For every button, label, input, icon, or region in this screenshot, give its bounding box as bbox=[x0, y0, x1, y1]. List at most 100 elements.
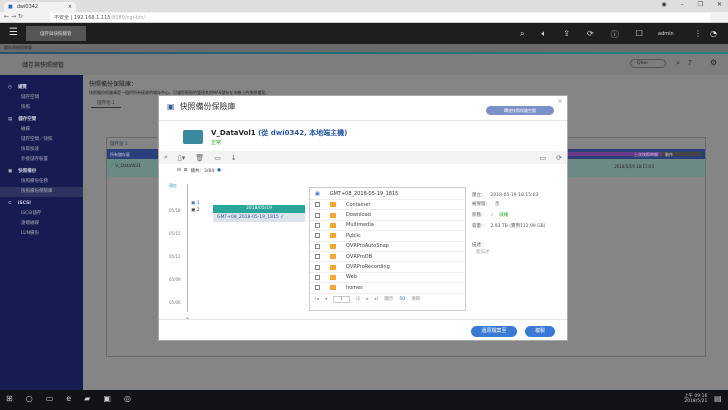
sidebar-item[interactable]: 快照備份任務 bbox=[0, 177, 83, 187]
task-view-icon[interactable]: ▭ bbox=[46, 394, 54, 403]
file-row[interactable]: QVRProDB bbox=[310, 252, 465, 263]
explorer-icon[interactable]: ▰ bbox=[84, 394, 90, 403]
checkbox[interactable] bbox=[315, 222, 320, 228]
prev-page-icon[interactable]: ◂ bbox=[325, 297, 327, 302]
upload-icon[interactable]: ⇪ bbox=[563, 29, 570, 40]
close-icon[interactable]: × bbox=[557, 97, 563, 105]
view-icon[interactable]: ▯▾ bbox=[178, 154, 185, 162]
sidebar-item[interactable]: 磁碟 bbox=[0, 125, 83, 135]
sidebar-item[interactable]: 儲存空間／快照 bbox=[0, 135, 83, 145]
first-page-icon[interactable]: |◂ bbox=[315, 297, 319, 302]
download-icon[interactable]: ↓ bbox=[231, 154, 237, 162]
chrome-icon[interactable]: ◎ bbox=[124, 394, 131, 403]
tab-pool-1[interactable]: 儲存池 1 bbox=[91, 99, 121, 108]
sidebar-group-iscsi[interactable]: ⊂ iSCSI bbox=[0, 197, 83, 209]
restore-to-button[interactable]: 還原檔案至 bbox=[471, 326, 517, 337]
profile-icon[interactable]: ◉ bbox=[661, 1, 666, 8]
user-menu[interactable]: admin bbox=[658, 31, 674, 37]
info-icon[interactable]: ⓘ bbox=[611, 29, 619, 40]
delete-icon[interactable]: 🗑︎ bbox=[195, 154, 204, 162]
last-page-icon[interactable]: ▸| bbox=[375, 297, 379, 302]
clock[interactable]: 上午 09:16 2018/5/21 bbox=[684, 393, 707, 404]
window-icon[interactable]: ▭ bbox=[540, 154, 547, 162]
file-row[interactable]: QVRProAutoSnap bbox=[310, 242, 465, 252]
qtier-button[interactable]: Qtier bbox=[630, 59, 666, 68]
checkbox[interactable] bbox=[315, 243, 320, 249]
expand-icon[interactable]: ⊞ bbox=[184, 168, 188, 174]
reload-icon[interactable]: ↻ bbox=[18, 13, 23, 20]
checkbox[interactable] bbox=[315, 274, 320, 280]
folder-icon[interactable]: ▭ bbox=[214, 154, 221, 162]
dashboard-icon[interactable]: ◔ bbox=[710, 29, 717, 38]
speaker-icon[interactable]: 🔈︎ bbox=[541, 29, 546, 40]
close-tab-icon[interactable]: × bbox=[68, 4, 72, 10]
sidebar-item[interactable]: iSCSI儲存 bbox=[0, 209, 83, 219]
checkbox[interactable] bbox=[315, 212, 320, 218]
row-last-time: 2018/5/19 18:15:03 bbox=[614, 164, 654, 169]
file-row[interactable]: Download bbox=[310, 210, 465, 221]
app-title: 儲存與快照總管 bbox=[22, 62, 65, 69]
group-label: 總覽 bbox=[17, 85, 27, 90]
free-space-button[interactable]: 釋放快照保險空間 bbox=[486, 106, 554, 115]
search-icon[interactable]: ⌕ bbox=[164, 153, 168, 162]
page-input[interactable]: 1 bbox=[333, 295, 350, 303]
file-row[interactable]: Multimedia bbox=[310, 221, 465, 232]
more-icon[interactable]: ⋮ bbox=[694, 29, 702, 38]
windows-start-icon[interactable]: ⊞ bbox=[6, 394, 13, 403]
notifications-icon[interactable]: ▤ bbox=[714, 394, 722, 403]
app-titlebar: 儲存與快照總管 Qtier ⌕ ? ⚙ bbox=[0, 54, 728, 75]
sidebar-item[interactable]: 儲存空間 bbox=[0, 93, 83, 103]
menu-icon[interactable]: ☰ bbox=[9, 27, 18, 38]
sidebar-group-overview[interactable]: ◷ 總覽 bbox=[0, 81, 83, 93]
user-icon[interactable]: ☐ bbox=[636, 29, 643, 40]
checkbox[interactable] bbox=[315, 233, 320, 239]
sidebar-group-snapshot[interactable]: ▣ 快照備份 bbox=[0, 165, 83, 177]
collapse-icon[interactable]: ⊟ bbox=[177, 168, 181, 174]
close-icon[interactable]: ✕ bbox=[717, 1, 722, 8]
app-tab[interactable]: 儲存與快照總管 bbox=[26, 26, 86, 41]
sidebar-item[interactable]: LUN備份 bbox=[0, 229, 83, 239]
url-field[interactable]: 不安全 | 192.168.1.115:8080/cgi-bin/ bbox=[50, 13, 710, 22]
snapshot-vault-dialog: ▣ 快照備份保險庫 × 釋放快照保險空間 V_DataVol1 (從 dwi034… bbox=[158, 95, 568, 341]
restore-icon[interactable]: ❐ bbox=[698, 1, 703, 8]
clone-button[interactable]: 複製 bbox=[525, 326, 555, 337]
minimize-icon[interactable]: – bbox=[681, 1, 684, 8]
snapshot-mark-2[interactable]: ▣ 2 bbox=[191, 208, 200, 213]
per-page-select[interactable]: 50 bbox=[399, 297, 405, 302]
file-row[interactable]: Container bbox=[310, 200, 465, 211]
back-icon[interactable]: ← bbox=[4, 13, 9, 20]
file-row[interactable]: homes bbox=[310, 283, 465, 294]
sidebar-item[interactable]: 遠端磁碟 bbox=[0, 219, 83, 229]
snapshot-mark-1[interactable]: ▣ 1 bbox=[191, 201, 200, 206]
nav-icons: ← → ↻ bbox=[4, 13, 23, 20]
sync-icon[interactable]: ⟳ bbox=[587, 29, 594, 40]
edge-icon[interactable]: e bbox=[66, 394, 71, 403]
file-row[interactable]: Public bbox=[310, 231, 465, 242]
refresh-icon[interactable]: ⟳ bbox=[556, 154, 562, 162]
sidebar-group-storage[interactable]: ▤ 儲存空間 bbox=[0, 113, 83, 125]
checkbox[interactable] bbox=[315, 202, 320, 208]
sidebar-item[interactable]: 外接儲存裝置 bbox=[0, 155, 83, 165]
col-last-snapshot: 上次快照時間 bbox=[562, 152, 662, 157]
sidebar-item-snapshot-vault[interactable]: 快照備份保險庫 bbox=[0, 187, 83, 197]
forward-icon[interactable]: → bbox=[11, 13, 16, 20]
info-icon[interactable]: ● bbox=[217, 168, 221, 174]
store-icon[interactable]: ▣ bbox=[103, 394, 111, 403]
search-icon[interactable]: ⌕ bbox=[676, 59, 680, 68]
settings-icon[interactable]: ⚙ bbox=[710, 58, 717, 67]
search-icon[interactable]: ⌕ bbox=[520, 29, 524, 40]
browser-tab[interactable]: ■ dwi0342 × bbox=[4, 2, 76, 12]
checkbox[interactable] bbox=[315, 264, 320, 270]
snapshot-total: 總共：3/64 bbox=[190, 169, 215, 174]
next-page-icon[interactable]: ▸ bbox=[366, 297, 368, 302]
search-icon[interactable]: ○ bbox=[26, 394, 33, 403]
checkbox[interactable] bbox=[315, 254, 320, 260]
file-path: GMT+08_2018-05-19_1815 bbox=[329, 190, 399, 197]
checkbox[interactable] bbox=[315, 285, 320, 291]
file-row[interactable]: QVRProRecording bbox=[310, 262, 465, 273]
sidebar-item[interactable]: 快照 bbox=[0, 103, 83, 113]
help-icon[interactable]: ? bbox=[688, 59, 692, 67]
file-row[interactable]: Web bbox=[310, 273, 465, 284]
snapshot-item[interactable]: GMT+08_2018-05-19_1815 ✓ bbox=[213, 213, 305, 222]
sidebar-item[interactable]: 快取加速 bbox=[0, 145, 83, 155]
